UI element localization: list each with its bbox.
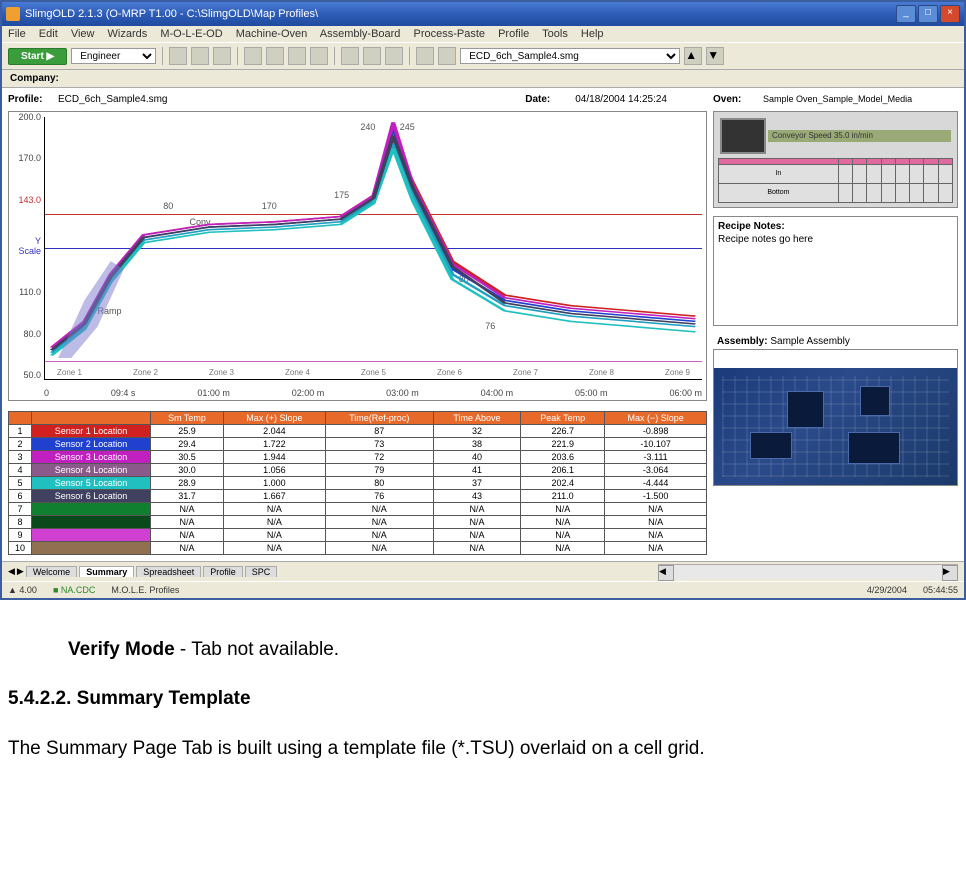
table-header: Time(Ref-proc) <box>325 412 433 425</box>
toolbar-icon[interactable] <box>416 47 434 65</box>
table-row: 9N/AN/AN/AN/AN/AN/A <box>9 529 707 542</box>
toolbar: Start ▶ Engineer ECD_6ch_Sample4.smg ▲ ▼ <box>2 42 964 70</box>
menu-mole[interactable]: M-O-L-E-OD <box>160 28 222 40</box>
toolbar-icon[interactable] <box>438 47 456 65</box>
tab-profile[interactable]: Profile <box>203 566 243 577</box>
date-label: Date: <box>525 94 575 105</box>
up-button[interactable]: ▲ <box>684 47 702 65</box>
h-scrollbar[interactable]: ◀▶ <box>658 564 958 579</box>
verify-mode-text: - Tab not available. <box>175 639 339 660</box>
menu-machine[interactable]: Machine-Oven <box>236 28 308 40</box>
profile-label: Profile: <box>8 94 58 105</box>
table-header: Peak Temp <box>521 412 605 425</box>
menubar: File Edit View Wizards M-O-L-E-OD Machin… <box>2 26 964 42</box>
menu-file[interactable]: File <box>8 28 26 40</box>
menu-profile[interactable]: Profile <box>498 28 529 40</box>
x-axis-labels: 009:4 s01:00 m02:00 m03:00 m04:00 m05:00… <box>44 388 702 398</box>
file-combo[interactable]: ECD_6ch_Sample4.smg <box>460 48 680 64</box>
table-row: 5Sensor 5 Location28.91.0008037202.4-4.4… <box>9 477 707 490</box>
toolbar-icon[interactable] <box>363 47 381 65</box>
toolbar-icon[interactable] <box>266 47 284 65</box>
table-header: Max (+) Slope <box>224 412 326 425</box>
toolbar-icon[interactable] <box>169 47 187 65</box>
toolbar-icon[interactable] <box>244 47 262 65</box>
table-row: 10N/AN/AN/AN/AN/AN/A <box>9 542 707 555</box>
toolbar-icon[interactable] <box>213 47 231 65</box>
down-button[interactable]: ▼ <box>706 47 724 65</box>
company-bar: Company: <box>2 70 964 88</box>
menu-tools[interactable]: Tools <box>542 28 568 40</box>
maximize-button[interactable]: □ <box>918 5 938 23</box>
minimize-button[interactable]: _ <box>896 5 916 23</box>
toolbar-icon[interactable] <box>341 47 359 65</box>
profile-value: ECD_6ch_Sample4.smg <box>58 94 168 105</box>
menu-wizards[interactable]: Wizards <box>108 28 148 40</box>
close-button[interactable]: × <box>940 5 960 23</box>
assembly-image <box>713 349 958 486</box>
table-header <box>32 412 151 425</box>
menu-process[interactable]: Process-Paste <box>414 28 486 40</box>
table-header: Sm Temp <box>151 412 224 425</box>
section-paragraph: The Summary Page Tab is built using a te… <box>8 734 958 764</box>
role-combo[interactable]: Engineer <box>71 48 156 64</box>
toolbar-icon[interactable] <box>385 47 403 65</box>
menu-assembly[interactable]: Assembly-Board <box>320 28 401 40</box>
table-header: Max (−) Slope <box>605 412 707 425</box>
menu-view[interactable]: View <box>71 28 95 40</box>
assembly-value: Sample Assembly <box>770 336 849 347</box>
table-header: Time Above <box>433 412 521 425</box>
app-icon <box>6 7 20 21</box>
menu-edit[interactable]: Edit <box>39 28 58 40</box>
oven-diagram: Conveyor Speed 35.0 in/min In Bottom <box>713 111 958 208</box>
chart-lines <box>45 117 702 379</box>
y-axis-labels: 200.0 170.0 143.0 Y Scale 110.0 80.0 50.… <box>11 112 41 380</box>
company-label: Company: <box>10 73 59 84</box>
toolbar-icon[interactable] <box>288 47 306 65</box>
table-row: 2Sensor 2 Location29.41.7227338221.9-10.… <box>9 438 707 451</box>
table-row: 8N/AN/AN/AN/AN/AN/A <box>9 516 707 529</box>
toolbar-icon[interactable] <box>310 47 328 65</box>
recipe-header: Recipe Notes: <box>718 221 953 232</box>
sheet-tabs: ◀▶ Welcome Summary Spreadsheet Profile S… <box>2 561 964 581</box>
conveyor-speed: Conveyor Speed 35.0 in/min <box>768 130 951 142</box>
status-bar: ▲ 4.00 ■ NA.CDC M.O.L.E. Profiles 4/29/2… <box>2 581 964 598</box>
date-value: 04/18/2004 14:25:24 <box>575 94 667 105</box>
table-row: 6Sensor 6 Location31.71.6677643211.0-1.5… <box>9 490 707 503</box>
assembly-label: Assembly: <box>717 336 768 347</box>
table-row: 7N/AN/AN/AN/AN/AN/A <box>9 503 707 516</box>
recipe-text: Recipe notes go here <box>718 234 953 245</box>
oven-label: Oven: <box>713 94 763 105</box>
recipe-notes: Recipe Notes: Recipe notes go here <box>713 216 958 326</box>
tab-welcome[interactable]: Welcome <box>26 566 77 577</box>
section-heading: 5.4.2.2. Summary Template <box>8 684 958 714</box>
tab-summary[interactable]: Summary <box>79 566 134 577</box>
toolbar-icon[interactable] <box>191 47 209 65</box>
table-header <box>9 412 32 425</box>
table-row: 1Sensor 1 Location25.92.0448732226.7-0.8… <box>9 425 707 438</box>
main-area: Profile: ECD_6ch_Sample4.smg Date: 04/18… <box>2 88 964 561</box>
table-row: 3Sensor 3 Location30.51.9447240203.6-3.1… <box>9 451 707 464</box>
oven-value: Sample Oven_Sample_Model_Media <box>763 94 912 105</box>
titlebar: SlimgOLD 2.1.3 (O-MRP T1.00 - C:\SlimgOL… <box>2 2 964 26</box>
tab-spreadsheet[interactable]: Spreadsheet <box>136 566 201 577</box>
window-title: SlimgOLD 2.1.3 (O-MRP T1.00 - C:\SlimgOL… <box>25 8 896 20</box>
table-row: 4Sensor 4 Location30.01.0567941206.1-3.0… <box>9 464 707 477</box>
menu-help[interactable]: Help <box>581 28 604 40</box>
sensor-table: Sm TempMax (+) SlopeTime(Ref-proc)Time A… <box>8 411 707 555</box>
profile-chart: 200.0 170.0 143.0 Y Scale 110.0 80.0 50.… <box>8 111 707 401</box>
oven-icon <box>720 118 766 154</box>
verify-mode-label: Verify Mode <box>68 639 175 660</box>
tab-spc[interactable]: SPC <box>245 566 278 577</box>
start-button[interactable]: Start ▶ <box>8 48 67 65</box>
oven-zone-grid: In Bottom <box>718 158 953 203</box>
plot-area: 240 245 80 170 175 Conv Ramp 80 76 <box>44 117 702 380</box>
app-window: SlimgOLD 2.1.3 (O-MRP T1.00 - C:\SlimgOL… <box>0 0 966 600</box>
zone-labels: Zone 1Zone 2Zone 3Zone 4Zone 5Zone 6Zone… <box>57 368 690 377</box>
document-body: Verify Mode - Tab not available. 5.4.2.2… <box>0 600 966 791</box>
